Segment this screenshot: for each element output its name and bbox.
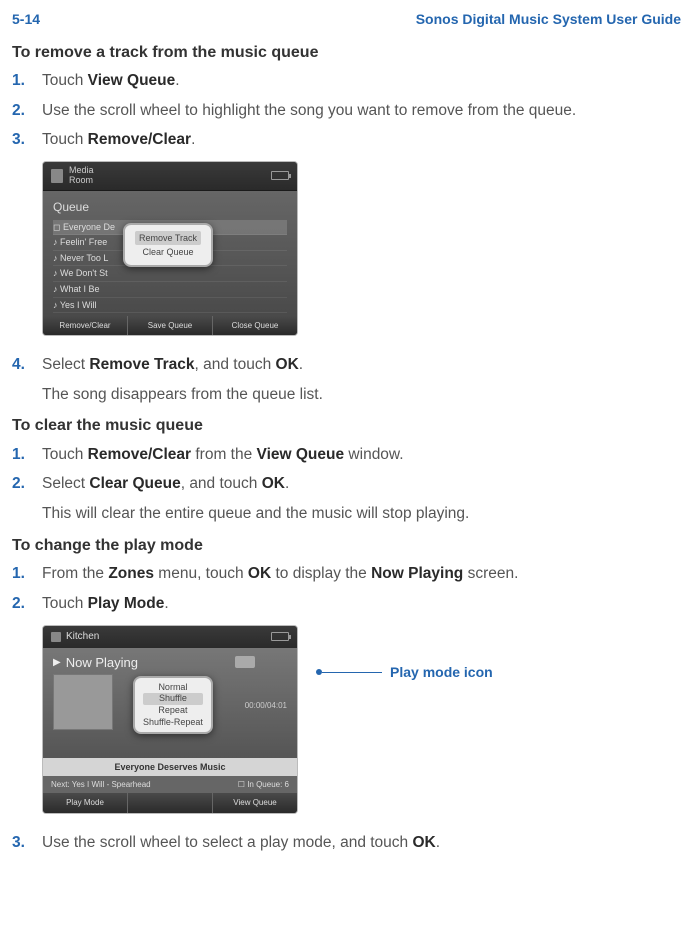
topbar: Media Room [43,162,297,191]
next-track: Next: Yes I Will - Spearhead [51,779,151,790]
popup-option: Shuffle [143,693,203,705]
step-number: 4. [12,354,42,376]
time-counter: 00:00/04:01 [245,700,287,711]
step-number: 2. [12,593,42,615]
step-number: 1. [12,70,42,92]
step-text: Select Remove Track, and touch OK. [42,354,681,376]
callout: Play mode icon [316,663,681,683]
step-note: The song disappears from the queue list. [42,384,681,406]
screenshot-now-playing: Kitchen ▶ Now Playing Normal Shuffle Rep… [42,625,681,814]
step-number: 1. [12,444,42,466]
step-item: 1. Touch View Queue. [12,70,681,92]
heading-play-mode: To change the play mode [12,535,681,557]
step-item: 2. Touch Play Mode. [12,593,681,615]
screenshot-queue: Media Room Queue ◻ Everyone De ♪ Feelin'… [42,161,681,336]
step-item: 4. Select Remove Track, and touch OK. [12,354,681,376]
popup-play-mode: Normal Shuffle Repeat Shuffle-Repeat [133,676,213,735]
queue-label: Queue [53,199,287,216]
popup-option: Repeat [143,705,203,717]
step-number: 2. [12,473,42,495]
bottom-bar: Play Mode View Queue [43,793,297,812]
step-text: Touch Remove/Clear from the View Queue w… [42,444,681,466]
guide-title: Sonos Digital Music System User Guide [416,10,681,30]
room-label: Media Room [69,166,94,186]
screen-body: ▶ Now Playing Normal Shuffle Repeat Shuf… [43,648,297,758]
callout-line-segment [322,672,382,673]
popup-option: Normal [143,682,203,694]
play-mode-icon [235,656,255,668]
softkey-save-queue: Save Queue [128,316,213,335]
screen-body: Queue ◻ Everyone De ♪ Feelin' Free ♪ Nev… [43,191,297,316]
step-text: Touch Play Mode. [42,593,681,615]
steps-play-mode: 1. From the Zones menu, touch OK to disp… [12,563,681,614]
battery-icon [271,632,289,641]
step-text: Use the scroll wheel to select a play mo… [42,832,681,854]
step-number: 3. [12,129,42,151]
current-song: Everyone Deserves Music [43,758,297,777]
step-item: 2. Select Clear Queue, and touch OK. [12,473,681,495]
step-text: Use the scroll wheel to highlight the so… [42,100,681,122]
popup-option: Shuffle-Repeat [143,717,203,729]
step-item: 1. Touch Remove/Clear from the View Queu… [12,444,681,466]
step-number: 3. [12,832,42,854]
list-item: ♪ We Don't St [53,266,287,282]
list-item: ♪ Yes I Will [53,298,287,314]
step-number: 1. [12,563,42,585]
device-screen-now-playing: Kitchen ▶ Now Playing Normal Shuffle Rep… [42,625,298,814]
steps-clear-queue: 1. Touch Remove/Clear from the View Queu… [12,444,681,495]
step-text: Select Clear Queue, and touch OK. [42,473,681,495]
steps-play-mode-cont: 3. Use the scroll wheel to select a play… [12,832,681,854]
softkey-view-queue: View Queue [213,793,297,812]
softkey-blank [128,793,213,812]
page-header: 5-14 Sonos Digital Music System User Gui… [12,10,681,30]
step-note: This will clear the entire queue and the… [42,503,681,525]
steps-remove-track: 1. Touch View Queue. 2. Use the scroll w… [12,70,681,151]
topbar: Kitchen [43,626,297,648]
bottom-bar: Remove/Clear Save Queue Close Queue [43,316,297,335]
step-item: 3. Touch Remove/Clear. [12,129,681,151]
callout-label: Play mode icon [390,663,493,683]
heading-remove-track: To remove a track from the music queue [12,42,681,64]
softkey-remove-clear: Remove/Clear [43,316,128,335]
page-number: 5-14 [12,10,40,30]
trash-icon [51,169,63,183]
room-label: Kitchen [66,630,99,644]
step-text: From the Zones menu, touch OK to display… [42,563,681,585]
home-icon [51,632,61,642]
steps-remove-track-cont: 4. Select Remove Track, and touch OK. [12,354,681,376]
step-text: Touch View Queue. [42,70,681,92]
device-screen-queue: Media Room Queue ◻ Everyone De ♪ Feelin'… [42,161,298,336]
battery-icon [271,171,289,180]
step-item: 2. Use the scroll wheel to highlight the… [12,100,681,122]
album-art [53,674,113,730]
popup-option: Clear Queue [135,246,201,259]
step-text: Touch Remove/Clear. [42,129,681,151]
next-row: Next: Yes I Will - Spearhead ☐ In Queue:… [43,776,297,793]
popup-option: Remove Track [135,231,201,246]
list-item: ♪ What I Be [53,282,287,298]
step-item: 3. Use the scroll wheel to select a play… [12,832,681,854]
in-queue-count: ☐ In Queue: 6 [238,779,289,790]
heading-clear-queue: To clear the music queue [12,415,681,437]
softkey-play-mode: Play Mode [43,793,128,812]
softkey-close-queue: Close Queue [213,316,297,335]
popup-remove-clear: Remove Track Clear Queue [123,223,213,267]
step-number: 2. [12,100,42,122]
step-item: 1. From the Zones menu, touch OK to disp… [12,563,681,585]
